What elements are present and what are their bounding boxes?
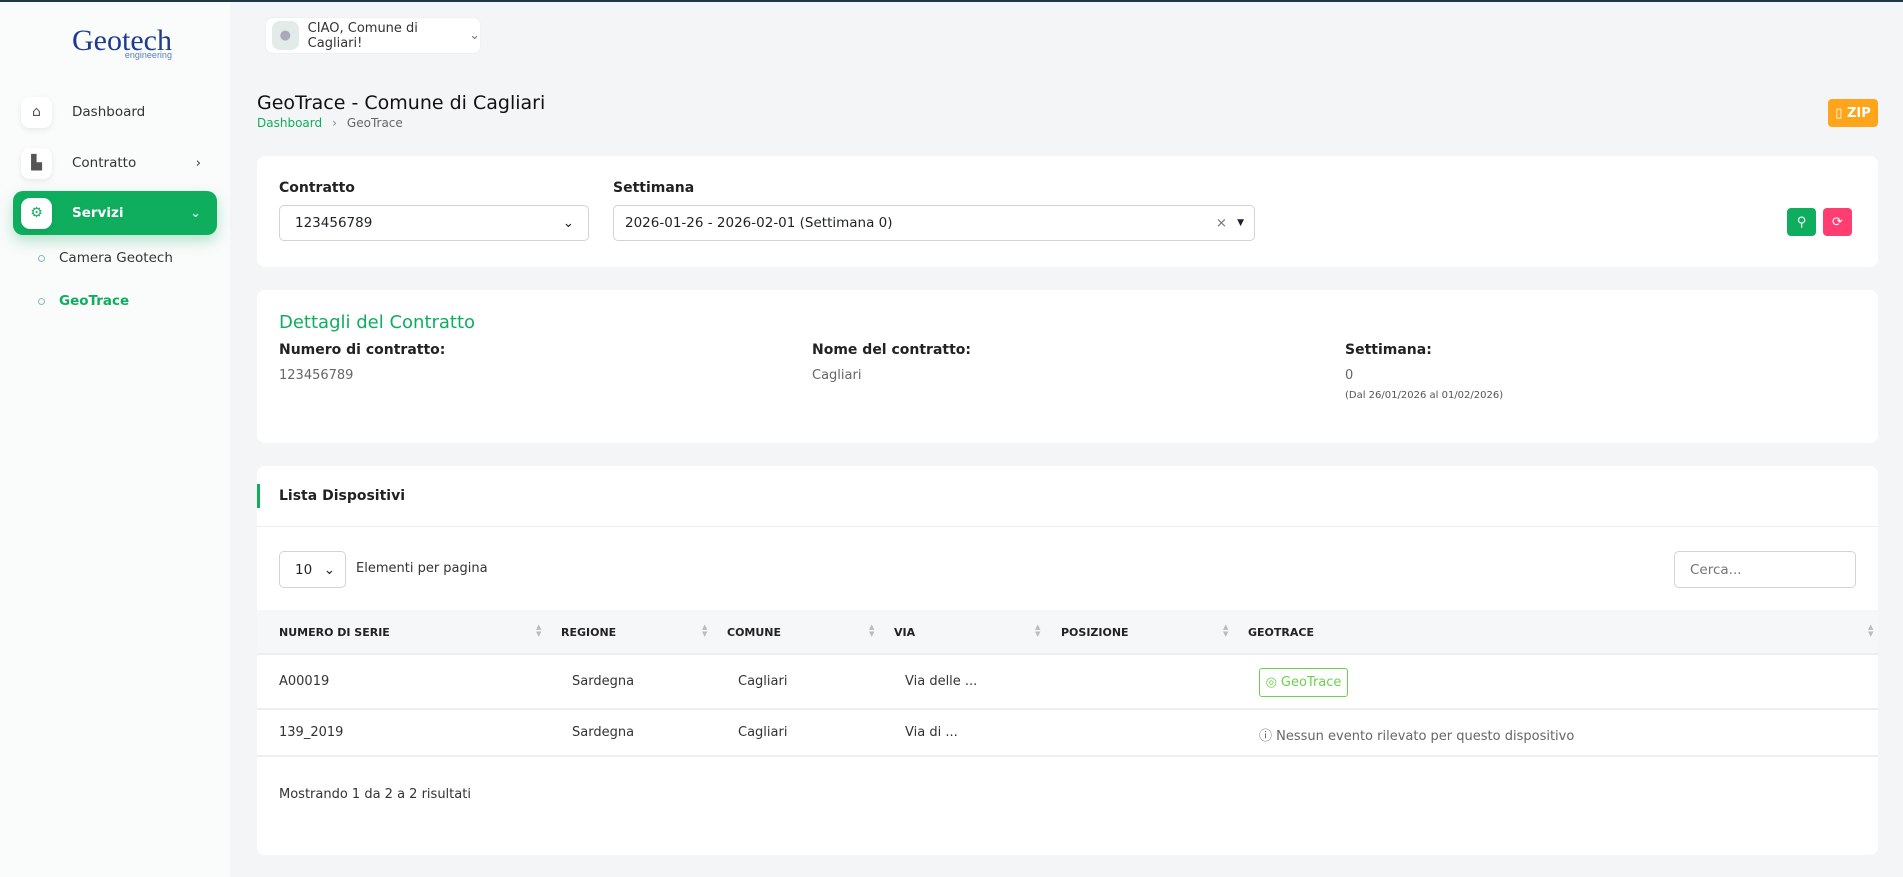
refresh-icon: ⟳ [1832, 214, 1843, 230]
chevron-down-icon: ⌄ [323, 561, 335, 578]
search-button[interactable]: ⚲ [1787, 208, 1816, 236]
settimana-detail-label: Settimana: [1345, 342, 1432, 358]
cell-via: Via di ... [905, 725, 958, 740]
sort-icon[interactable]: ▲ ▼ [536, 624, 541, 638]
sidebar-item-servizi[interactable]: ⚙ Servizi ⌄ [13, 191, 217, 235]
cell-serie: A00019 [279, 674, 330, 689]
sidebar-item-label: Dashboard [72, 104, 146, 120]
contratto-value: 123456789 [295, 215, 373, 231]
breadcrumb-dashboard[interactable]: Dashboard [257, 116, 322, 130]
pagination-info: Mostrando 1 da 2 a 2 risultati [279, 787, 471, 802]
column-header-via[interactable]: VIA [894, 626, 915, 639]
file-zip-icon: ▯ [1835, 105, 1843, 121]
bullet-icon [38, 254, 45, 262]
numero-value: 123456789 [279, 368, 354, 383]
nome-value: Cagliari [812, 368, 862, 383]
sidebar-subitem-geotrace[interactable]: GeoTrace [38, 293, 129, 309]
sort-icon[interactable]: ▲ ▼ [869, 624, 874, 638]
user-menu[interactable]: ● CIAO, Comune di Cagliari! ⌄ [265, 17, 481, 54]
column-header-posizione[interactable]: POSIZIONE [1061, 626, 1129, 639]
settimana-value: 2026-01-26 - 2026-02-01 (Settimana 0) [625, 215, 893, 231]
no-events-text: Nessun evento rilevato per questo dispos… [1276, 729, 1575, 744]
per-page-select[interactable]: 10 ⌄ [279, 551, 346, 588]
info-icon: ⓘ [1259, 729, 1273, 744]
column-header-serie[interactable]: NUMERO DI SERIE [279, 626, 390, 639]
avatar: ● [272, 21, 299, 50]
row-divider [257, 708, 1878, 710]
geotrace-button[interactable]: ◎ GeoTrace [1259, 668, 1348, 697]
sidebar-item-contratto[interactable]: ▙ Contratto › [13, 141, 217, 185]
settimana-detail-value: 0 [1345, 368, 1354, 383]
details-title: Dettagli del Contratto [279, 312, 476, 333]
search-input[interactable] [1674, 551, 1856, 588]
cell-serie: 139_2019 [279, 725, 344, 740]
sidebar-item-label: Contratto [72, 155, 137, 171]
sort-icon[interactable]: ▲ ▼ [1223, 624, 1228, 638]
row-divider [257, 755, 1878, 757]
document-icon: ▙ [21, 147, 52, 179]
per-page-label: Elementi per pagina [356, 561, 488, 576]
page-title: GeoTrace - Comune di Cagliari [257, 92, 546, 114]
chevron-down-icon: ⌄ [469, 28, 480, 43]
caret-down-icon: ▼ [1237, 218, 1244, 228]
contratto-label: Contratto [279, 180, 355, 196]
contract-details-card: Dettagli del Contratto Numero di contrat… [257, 290, 1878, 443]
zip-button[interactable]: ▯ ZIP [1828, 99, 1878, 127]
cell-regione: Sardegna [572, 725, 635, 740]
numero-label: Numero di contratto: [279, 342, 446, 358]
chevron-right-icon: › [332, 116, 337, 130]
contratto-select[interactable]: 123456789 ⌄ [279, 205, 589, 241]
list-title: Lista Dispositivi [279, 488, 406, 504]
sort-icon[interactable]: ▲ ▼ [702, 624, 707, 638]
reset-button[interactable]: ⟳ [1823, 208, 1852, 236]
column-header-regione[interactable]: REGIONE [561, 626, 616, 639]
device-list-card: Lista Dispositivi 10 ⌄ Elementi per pagin… [257, 466, 1878, 855]
sidebar-item-dashboard[interactable]: ⌂ Dashboard [13, 90, 217, 134]
divider [257, 526, 1878, 527]
sort-icon[interactable]: ▲ ▼ [1868, 624, 1873, 638]
geotrace-label: GeoTrace [1280, 675, 1342, 690]
zip-label: ZIP [1846, 105, 1871, 121]
cell-comune: Cagliari [738, 725, 788, 740]
home-icon: ⌂ [21, 96, 52, 128]
user-greeting: CIAO, Comune di Cagliari! [307, 20, 418, 51]
settimana-label: Settimana [613, 180, 695, 196]
no-events-message: ⓘ Nessun evento rilevato per questo disp… [1259, 725, 1574, 744]
chevron-down-icon: ⌄ [562, 215, 574, 231]
target-icon: ◎ [1265, 675, 1277, 690]
cell-via: Via delle ... [905, 674, 978, 689]
column-header-comune[interactable]: COMUNE [727, 626, 781, 639]
sidebar-item-label: Servizi [72, 205, 124, 221]
settimana-select[interactable]: 2026-01-26 - 2026-02-01 (Settimana 0) × ▼ [613, 205, 1255, 241]
chevron-down-icon: ⌄ [190, 205, 201, 221]
cell-regione: Sardegna [572, 674, 635, 689]
sidebar-subitem-label: GeoTrace [59, 293, 130, 309]
sidebar-subitem-label: Camera Geotech [59, 250, 173, 266]
chevron-right-icon: › [195, 155, 201, 171]
cell-comune: Cagliari [738, 674, 788, 689]
sort-icon[interactable]: ▲ ▼ [1035, 624, 1040, 638]
gears-icon: ⚙ [21, 197, 52, 229]
breadcrumb-current: GeoTrace [346, 116, 403, 130]
sidebar-subitem-camera-geotech[interactable]: Camera Geotech [38, 250, 173, 266]
column-header-geotrace[interactable]: GEOTRACE [1248, 626, 1314, 639]
bullet-icon [38, 297, 45, 305]
title-accent-bar [257, 484, 260, 508]
breadcrumb: Dashboard › GeoTrace [257, 116, 403, 130]
logo[interactable]: Geotech engineering [72, 24, 172, 60]
filter-card: Contratto 123456789 ⌄ Settimana 2026-01-2… [257, 156, 1878, 267]
settimana-range: (Dal 26/01/2026 al 01/02/2026) [1345, 390, 1504, 401]
per-page-value: 10 [295, 561, 313, 578]
search-icon: ⚲ [1796, 214, 1807, 230]
nome-label: Nome del contratto: [812, 342, 972, 358]
clear-icon[interactable]: × [1216, 215, 1227, 231]
